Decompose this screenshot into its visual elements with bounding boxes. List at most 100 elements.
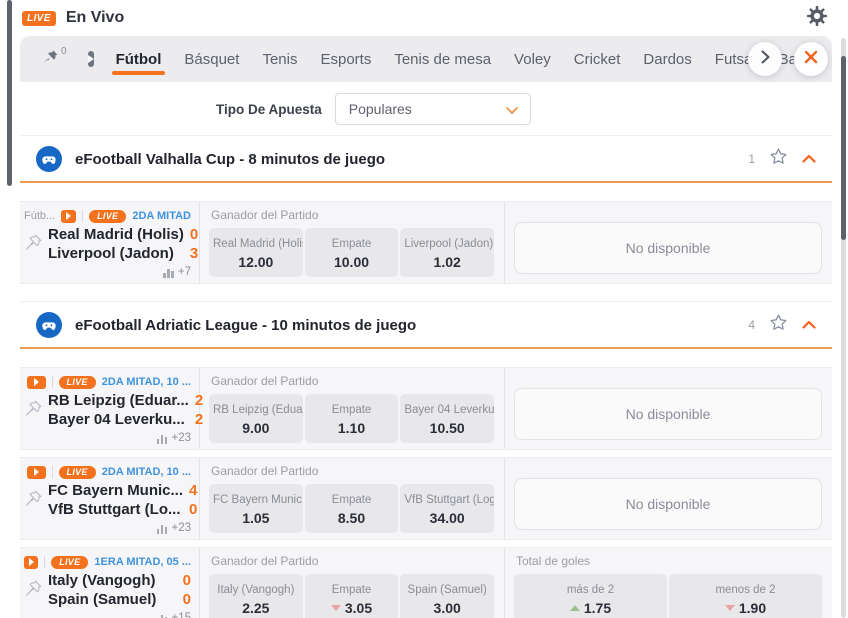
total-goals-market: Total de goles más de 2 1.75 menos de 2 xyxy=(505,548,832,618)
away-team-name: VfB Stuttgart (Lo... xyxy=(48,501,180,520)
league-matches: Fútb... LIVE 2DA MITAD Real Madrid (Holi… xyxy=(20,183,832,301)
trend-up-icon xyxy=(570,605,580,611)
match-period: 2DA MITAD, 10 ... xyxy=(102,376,191,388)
match-winner-market: Ganador del Partido FC Bayern Munic... 1… xyxy=(200,458,505,539)
page-title: En Vivo xyxy=(66,9,124,27)
collapse-chevron-up-icon[interactable] xyxy=(802,316,816,334)
odd-away-button[interactable]: VfB Stuttgart (Log... 34.00 xyxy=(400,484,494,533)
trend-down-icon xyxy=(725,605,735,611)
league-header[interactable]: eFootball Valhalla Cup - 8 minutos de ju… xyxy=(20,135,832,183)
odd-home-button[interactable]: FC Bayern Munic... 1.05 xyxy=(209,484,303,533)
odd-draw-button[interactable]: Empate 10.00 xyxy=(305,228,399,277)
odd-away-button[interactable]: Liverpool (Jadon) 1.02 xyxy=(400,228,494,277)
tab-cricket[interactable]: Cricket xyxy=(573,37,622,82)
pin-match-icon[interactable] xyxy=(24,489,43,513)
more-markets-count: +23 xyxy=(171,432,191,444)
stats-bars-icon xyxy=(157,435,168,444)
market-title: Ganador del Partido xyxy=(211,208,494,222)
home-team-score: 0 xyxy=(183,572,191,591)
market-title: Ganador del Partido xyxy=(211,374,494,388)
odd-draw-button[interactable]: Empate 1.10 xyxy=(305,394,399,443)
chevron-right-icon xyxy=(761,50,770,69)
market-title: Ganador del Partido xyxy=(211,464,494,478)
tab-voley[interactable]: Voley xyxy=(513,37,552,82)
away-team-name: Liverpool (Jadon) xyxy=(48,245,174,264)
pin-match-icon[interactable] xyxy=(24,399,43,423)
pin-count: 0 xyxy=(61,46,67,57)
pushpin-icon xyxy=(42,48,59,70)
league-header[interactable]: eFootball Adriatic League - 10 minutos d… xyxy=(20,301,832,349)
tab-futbol[interactable]: Fútbol xyxy=(115,37,163,82)
odd-away-button[interactable]: Spain (Samuel) 3.00 xyxy=(400,574,494,618)
pin-match-icon[interactable] xyxy=(24,233,43,257)
bet-type-dropdown[interactable]: Populares xyxy=(335,93,531,125)
tab-tenis[interactable]: Tenis xyxy=(261,37,298,82)
stream-available-icon[interactable] xyxy=(61,210,76,223)
odd-home-button[interactable]: Italy (Vangogh) 2.25 xyxy=(209,574,303,618)
chevron-down-icon xyxy=(506,101,518,117)
live-badge: LIVE xyxy=(22,11,56,26)
more-markets-button[interactable]: +23 xyxy=(24,522,191,534)
trend-down-icon xyxy=(331,605,341,611)
match-row: LIVE 2DA MITAD, 10 ... RB Leipzig (Eduar… xyxy=(20,367,832,450)
divider xyxy=(52,376,53,388)
tabs-scroll-next-button[interactable] xyxy=(748,42,782,76)
favorite-star-icon[interactable] xyxy=(768,146,789,172)
play-icon xyxy=(88,55,94,63)
stream-available-icon[interactable] xyxy=(27,376,46,389)
match-info-column[interactable]: Fútb... LIVE 2DA MITAD Real Madrid (Holi… xyxy=(20,202,200,283)
right-scrollbar-thumb[interactable] xyxy=(841,56,846,240)
home-team-score: 0 xyxy=(190,226,198,245)
market-unavailable: No disponible xyxy=(514,222,822,274)
odd-home-button[interactable]: RB Leipzig (Eduar... 9.00 xyxy=(209,394,303,443)
market-unavailable: No disponible xyxy=(514,478,822,530)
odd-draw-button[interactable]: Empate 3.05 xyxy=(305,574,399,618)
match-info-column[interactable]: LIVE 2DA MITAD, 10 ... FC Bayern Munic..… xyxy=(20,458,200,539)
pin-match-icon[interactable] xyxy=(24,579,43,603)
odd-home-button[interactable]: Real Madrid (Holis) 12.00 xyxy=(209,228,303,277)
tab-esports[interactable]: Esports xyxy=(319,37,372,82)
tab-tenis-de-mesa[interactable]: Tenis de mesa xyxy=(393,37,492,82)
away-team-score: 3 xyxy=(190,245,198,264)
settings-button[interactable] xyxy=(806,5,828,32)
pinned-events-button[interactable]: 0 xyxy=(42,48,67,70)
home-team-name: FC Bayern Munic... xyxy=(48,482,183,501)
odd-away-button[interactable]: Bayer 04 Leverku... 10.50 xyxy=(400,394,494,443)
market-unavailable: No disponible xyxy=(514,388,822,440)
sport-tabbar: 0 Fútbol Básquet Tenis Esports Tenis de … xyxy=(20,36,832,82)
left-scrollbar-thumb[interactable] xyxy=(7,0,12,186)
odd-draw-button[interactable]: Empate 8.50 xyxy=(305,484,399,533)
close-panel-button[interactable] xyxy=(794,42,828,76)
secondary-market: No disponible xyxy=(505,368,832,449)
league-title: eFootball Valhalla Cup - 8 minutos de ju… xyxy=(75,151,385,168)
match-row: LIVE 1ERA MITAD, 05 ... Italy (Vangogh)0… xyxy=(20,547,832,618)
match-sport-label: Fútb... xyxy=(24,210,55,222)
collapse-chevron-up-icon[interactable] xyxy=(802,150,816,168)
streams-filter-button[interactable] xyxy=(88,51,94,67)
more-markets-count: +15 xyxy=(171,612,191,618)
top-header: LIVE En Vivo xyxy=(0,0,848,36)
favorite-star-icon[interactable] xyxy=(768,312,789,338)
match-row: Fútb... LIVE 2DA MITAD Real Madrid (Holi… xyxy=(20,201,832,284)
divider xyxy=(52,466,53,478)
stream-available-icon[interactable] xyxy=(27,466,46,479)
odd-over-button[interactable]: más de 2 1.75 xyxy=(514,574,667,618)
more-markets-button[interactable]: +7 xyxy=(24,266,191,278)
secondary-market: No disponible xyxy=(505,202,832,283)
home-team-score: 4 xyxy=(189,482,197,501)
gear-icon xyxy=(806,5,828,32)
market-title: Total de goles xyxy=(516,554,822,568)
away-team-name: Spain (Samuel) xyxy=(48,591,156,610)
tab-basquet[interactable]: Básquet xyxy=(183,37,240,82)
match-info-column[interactable]: LIVE 1ERA MITAD, 05 ... Italy (Vangogh)0… xyxy=(20,548,200,618)
bet-type-filter-row: Tipo De Apuesta Populares xyxy=(20,82,832,135)
league-match-count: 1 xyxy=(748,152,755,166)
away-team-name: Bayer 04 Leverku... xyxy=(48,411,185,430)
odd-under-button[interactable]: menos de 2 1.90 xyxy=(669,574,822,618)
more-markets-button[interactable]: +15 xyxy=(24,612,191,618)
away-team-score: 0 xyxy=(189,501,197,520)
tab-dardos[interactable]: Dardos xyxy=(642,37,692,82)
match-info-column[interactable]: LIVE 2DA MITAD, 10 ... RB Leipzig (Eduar… xyxy=(20,368,200,449)
stream-available-icon[interactable] xyxy=(24,556,38,569)
more-markets-button[interactable]: +23 xyxy=(24,432,191,444)
